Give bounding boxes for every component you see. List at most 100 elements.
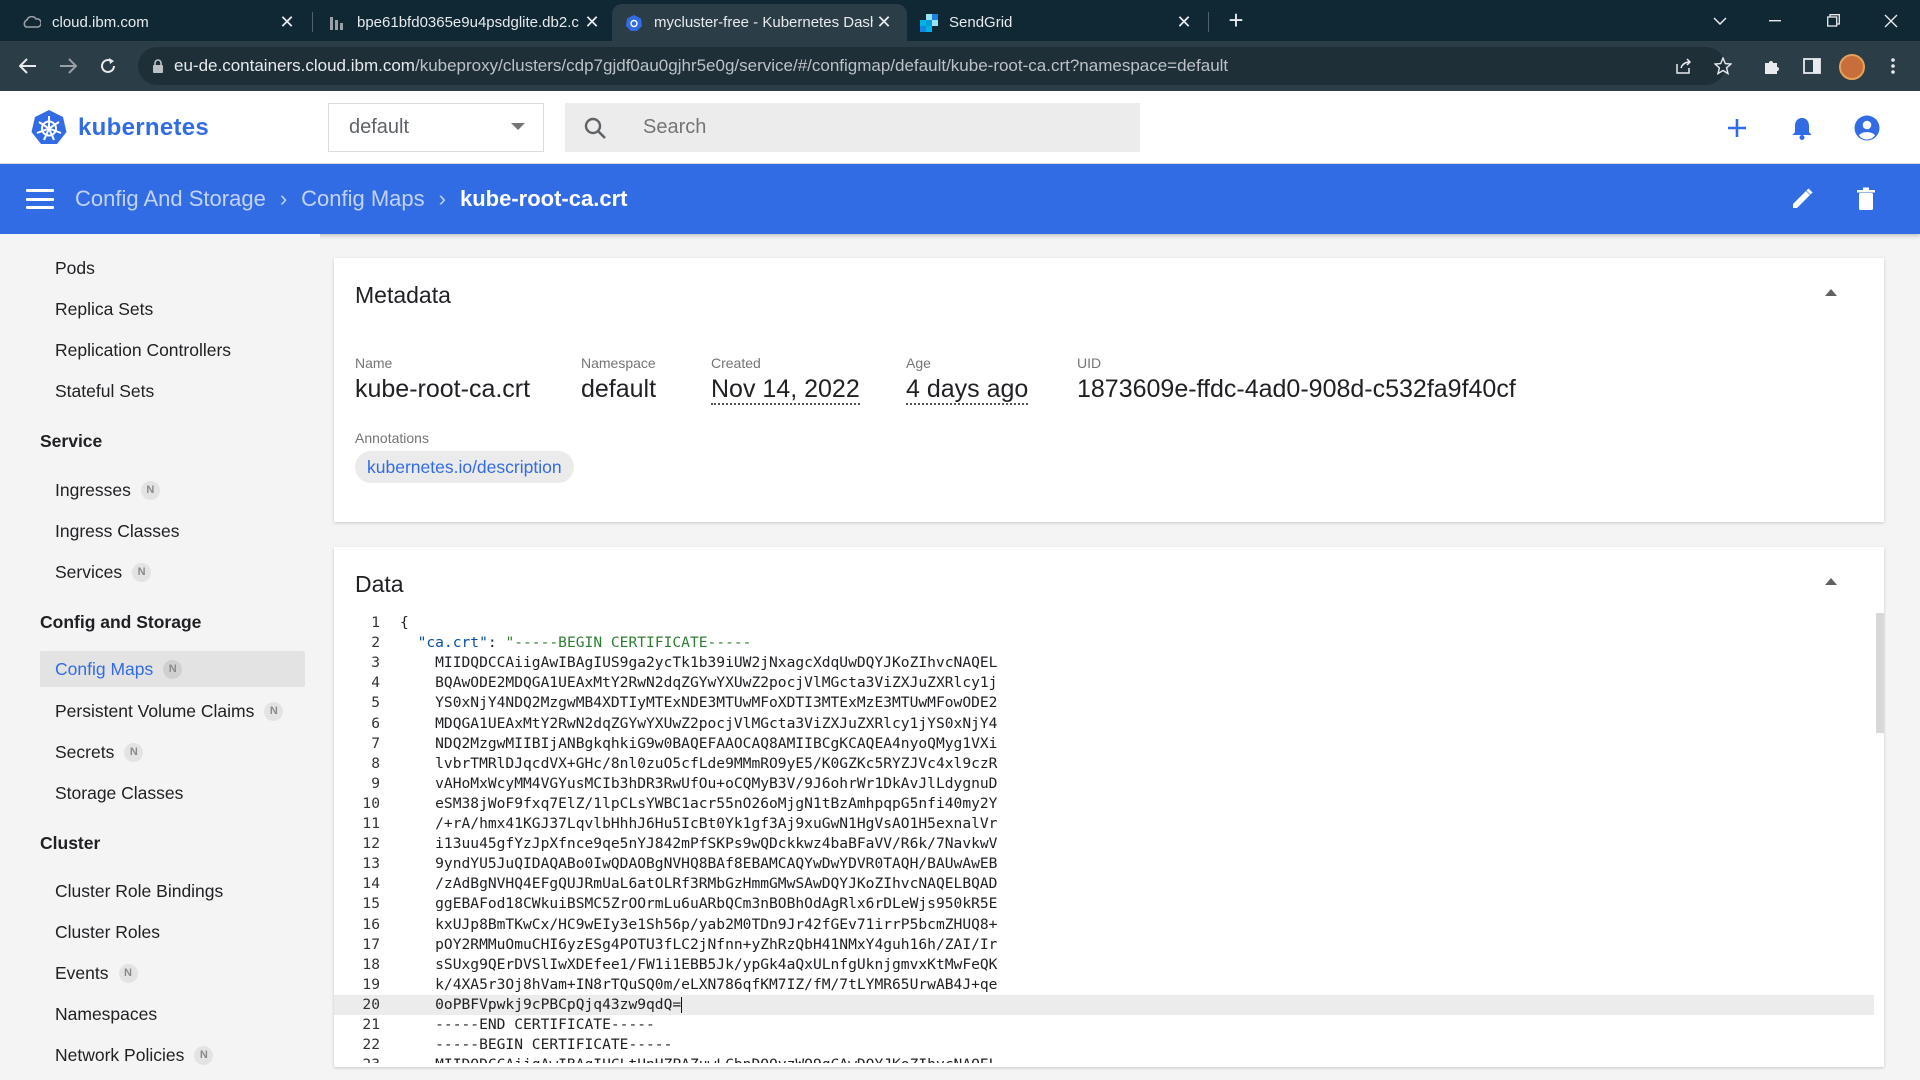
annotation-chip[interactable]: kubernetes.io/description [355,451,574,483]
hamburger-menu-icon[interactable] [26,186,54,212]
text-cursor [681,996,683,1013]
tab-title: SendGrid [949,14,1013,31]
code-line: 21 -----END CERTIFICATE----- [334,1015,1874,1035]
collapse-arrow-icon[interactable] [1825,289,1837,296]
sidebar-item-label: Storage Classes [55,782,184,803]
kubernetes-logo[interactable]: kubernetes [30,109,209,147]
profile-avatar[interactable] [1839,54,1865,80]
code-editor[interactable]: 1{2 "ca.crt": "-----BEGIN CERTIFICATE---… [334,613,1884,1063]
sidebar-item-config-maps[interactable]: Config Maps N [40,651,305,687]
sidebar-heading-cluster[interactable]: Cluster [40,833,100,854]
line-number: 20 [362,995,380,1013]
sidebar-item-replica-sets[interactable]: Replica Sets [40,291,305,327]
app-header: kubernetes default Search [0,91,1920,164]
line-text: MIIDQDCCAiigAwIBAgIUS9ga2ycTk1b39iUW2jNx… [400,654,998,672]
bookmark-star-icon[interactable] [1707,50,1739,82]
sidebar-item-events[interactable]: Events N [40,955,305,991]
line-text: pOY2RMMuOmuCHI6yzESg4POTU3fLC2jNfnn+yZhR… [400,935,998,953]
address-bar[interactable]: eu-de.containers.cloud.ibm.com/kubeproxy… [138,47,1725,85]
line-number: 15 [362,895,380,913]
side-panel-icon[interactable] [1796,50,1828,82]
browser-tab-active[interactable]: mycluster-free - Kubernetes Dash ✕ [612,4,907,41]
sidebar-item-secrets[interactable]: Secrets N [40,734,305,770]
sidebar-item-cluster-roles[interactable]: Cluster Roles [40,914,305,950]
restore-button[interactable] [1808,0,1858,41]
forward-button[interactable] [52,50,84,82]
minimize-button[interactable] [1750,0,1800,41]
sidebar-item-services[interactable]: Services N [40,554,305,590]
data-title: Data [355,571,404,597]
sidebar-item-ingresses[interactable]: Ingresses N [40,472,305,508]
browser-menu-icon[interactable] [1877,50,1909,82]
sidebar-item-stateful-sets[interactable]: Stateful Sets [40,373,305,409]
meta-label: Created [711,355,761,371]
line-text: i13uu45gfYzJpXfnce9qe5nYJ842mPfSKPs9wQDc… [400,835,998,853]
meta-value: default [581,375,657,403]
line-text: MIIDQDCCAiigAwIBAgIUCLtUnHZPAZuwLCbnDOOy… [400,1055,997,1063]
sidebar-item-pods[interactable]: Pods [40,250,305,286]
close-tab-icon[interactable]: ✕ [1173,12,1195,33]
collapse-arrow-icon[interactable] [1825,578,1837,585]
sidebar-heading-config-and-storage[interactable]: Config and Storage [40,612,201,633]
line-text: lvbrTMRlDJqcdVX+GHc/8nl0zuO5cfLde9MMmRO9… [400,754,998,772]
code-line: 1{ [334,613,1874,633]
db2-bars-icon [327,13,347,33]
create-plus-icon[interactable] [1722,113,1752,143]
kubernetes-helm-icon [624,13,644,33]
account-circle-icon[interactable] [1852,113,1882,143]
close-tab-icon[interactable]: ✕ [581,12,603,33]
sidebar-item-label: Network Policies [55,1044,185,1065]
sidebar-item-label: Events [55,962,109,983]
tab-search-chevron-icon[interactable] [1695,0,1745,41]
new-tab-button[interactable]: + [1222,6,1250,34]
delete-trash-icon[interactable] [1851,184,1881,214]
dropdown-arrow-icon [511,123,525,130]
line-text: "ca.crt": "-----BEGIN CERTIFICATE----- [417,634,752,652]
sidebar-item-storage-classes[interactable]: Storage Classes [40,775,305,811]
namespace-selector[interactable]: default [328,103,544,152]
sidebar-item-label: Ingresses [55,479,131,500]
close-tab-icon[interactable]: ✕ [873,12,895,33]
close-window-button[interactable] [1866,0,1916,41]
line-number: 17 [362,935,380,953]
namespaced-badge: N [163,659,183,679]
line-text: -----END CERTIFICATE----- [400,1016,655,1033]
line-number: 18 [362,955,380,973]
edit-pencil-icon[interactable] [1787,184,1817,214]
meta-label: Namespace [581,355,656,371]
code-line: 2 "ca.crt": "-----BEGIN CERTIFICATE----- [334,633,1874,653]
line-text: NDQ2MzgwMIIBIjANBgkqhkiG9w0BAQEFAAOCAQ8A… [400,734,998,752]
line-text: MDQGA1UEAxMtY2RwN2dqZGYwYXUwZ2pocjVlMGct… [400,714,998,732]
sidebar-heading-service[interactable]: Service [40,431,102,452]
close-tab-icon[interactable]: ✕ [276,12,298,33]
meta-label: Name [355,355,393,371]
code-line: 13 9yndYU5JuQIDAQABo0IwQDAOBgNVHQ8BAf8EB… [334,854,1874,874]
back-button[interactable] [12,50,44,82]
lock-icon [152,58,164,74]
sidebar-item-label: Replica Sets [55,298,154,319]
extensions-puzzle-icon[interactable] [1756,50,1788,82]
editor-scrollbar[interactable] [1876,613,1884,733]
sidebar-item-persistent-volume-claims[interactable]: Persistent Volume Claims N [40,693,305,729]
meta-value: 1873609e-ffdc-4ad0-908d-c532fa9f40cf [1077,375,1516,403]
search-bar[interactable]: Search [565,103,1140,152]
line-text: kxUJp8BmTKwCx/HC9wEIy3e1Sh56p/yab2M0TDn9… [400,915,998,933]
sidebar-item-namespaces[interactable]: Namespaces [40,996,305,1032]
tab-divider [312,12,313,32]
breadcrumb-config-maps[interactable]: Config Maps [301,186,425,212]
breadcrumb-config-and-storage[interactable]: Config And Storage [75,186,266,212]
notifications-bell-icon[interactable] [1787,113,1817,143]
line-number: 11 [362,815,380,832]
browser-tab[interactable]: cloud.ibm.com ✕ [10,4,310,41]
line-number: 12 [362,835,380,853]
reload-icon[interactable] [92,50,124,82]
sidebar-item-ingress-classes[interactable]: Ingress Classes [40,513,305,549]
sidebar-item-replication-controllers[interactable]: Replication Controllers [40,332,305,368]
share-icon[interactable] [1668,50,1700,82]
browser-tab[interactable]: bpe61bfd0365e9u4psdglite.db2.c ✕ [315,4,615,41]
search-icon [565,116,625,140]
sidebar-item-network-policies[interactable]: Network Policies N [40,1037,305,1073]
line-number: 14 [362,875,380,893]
browser-tab[interactable]: SendGrid ✕ [907,4,1207,41]
sidebar-item-cluster-role-bindings[interactable]: Cluster Role Bindings [40,873,305,909]
